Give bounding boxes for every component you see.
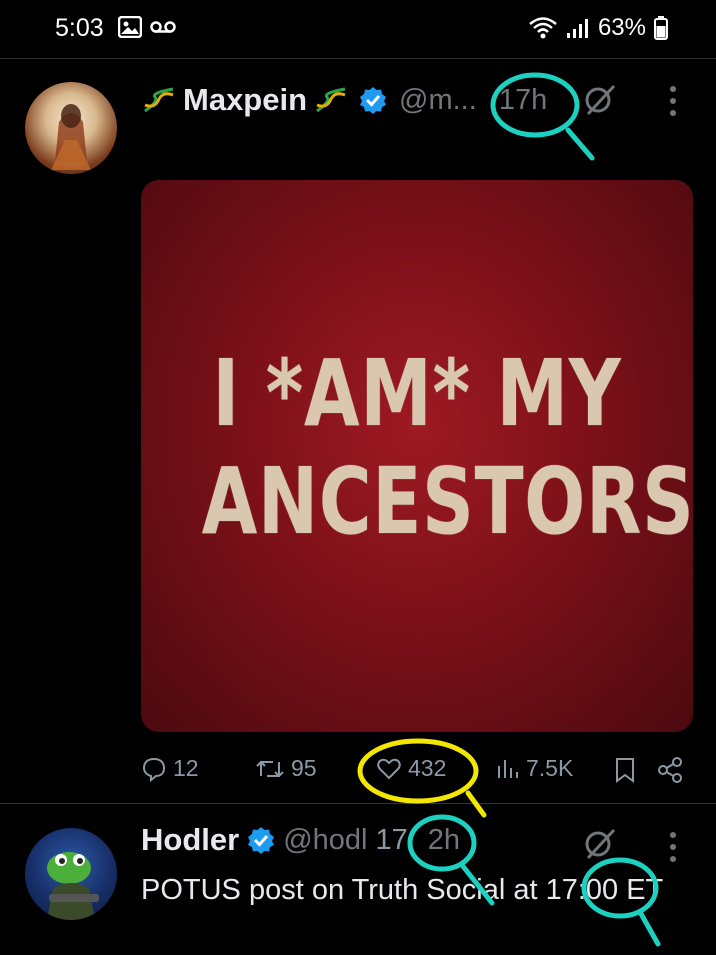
tweet2-header: Hodler @hodl 17 2h: [141, 822, 460, 858]
reply-button[interactable]: 12: [141, 755, 199, 782]
status-right-cluster: 63%: [528, 14, 668, 42]
battery-icon: [654, 16, 668, 40]
views-count: 7.5K: [526, 755, 574, 781]
media-text-line1: I *AM* MY: [212, 340, 622, 447]
avatar-figure-icon: [51, 104, 91, 170]
views-button[interactable]: 7.5K: [496, 755, 573, 782]
repost-count: 95: [291, 755, 317, 781]
heart-icon: [377, 758, 401, 779]
tweet2-handle[interactable]: @hodl: [283, 824, 367, 857]
like-button[interactable]: 432: [376, 755, 446, 782]
status-left-icons: [118, 16, 176, 38]
avatar-frog-icon: [47, 852, 99, 920]
repost-button[interactable]: 95: [255, 755, 317, 782]
tweet2-text: POTUS post on Truth Social at 17:00 ET: [141, 874, 664, 906]
tweet-divider: [0, 803, 716, 804]
dna-emoji-icon: [316, 87, 346, 113]
battery-percent: 63%: [597, 14, 646, 41]
verified-badge-icon: [248, 827, 275, 854]
verified-badge-icon: [360, 87, 387, 114]
more-options-icon[interactable]: [666, 84, 680, 118]
grok-icon[interactable]: [582, 826, 618, 862]
gallery-notification-icon: [118, 16, 142, 38]
status-divider: [0, 58, 716, 59]
tweet2-display-name[interactable]: Hodler: [141, 822, 239, 858]
share-icon[interactable]: [656, 756, 684, 784]
voicemail-icon: [150, 21, 176, 33]
tweet1-handle[interactable]: @m...: [399, 84, 477, 117]
media-text-line2: ANCESTORS.: [201, 448, 693, 555]
signal-icon: [566, 19, 588, 38]
tweet1-display-name[interactable]: Maxpein: [183, 82, 307, 118]
dna-emoji-icon: [144, 87, 174, 113]
reply-icon: [142, 757, 166, 782]
tweet2-avatar[interactable]: [25, 828, 117, 920]
bookmark-icon[interactable]: [614, 757, 636, 783]
grok-icon[interactable]: [582, 82, 618, 118]
status-time: 5:03: [55, 14, 104, 42]
wifi-icon: [529, 17, 557, 39]
like-count: 432: [408, 755, 447, 781]
tweet1-timestamp[interactable]: 17h: [499, 84, 547, 117]
reply-count: 12: [173, 755, 199, 781]
tweet1-avatar[interactable]: [25, 82, 117, 174]
tweet1-header: Maxpein @m... 17h: [141, 82, 547, 118]
more-options-icon[interactable]: [666, 830, 680, 864]
tweet2-timestamp[interactable]: 2h: [428, 824, 460, 857]
views-chart-icon: [498, 759, 518, 778]
repost-icon: [256, 760, 284, 777]
tweet2-time-partial: 17: [375, 823, 408, 856]
tweet1-media-image[interactable]: I *AM* MY ANCESTORS.: [141, 180, 693, 732]
